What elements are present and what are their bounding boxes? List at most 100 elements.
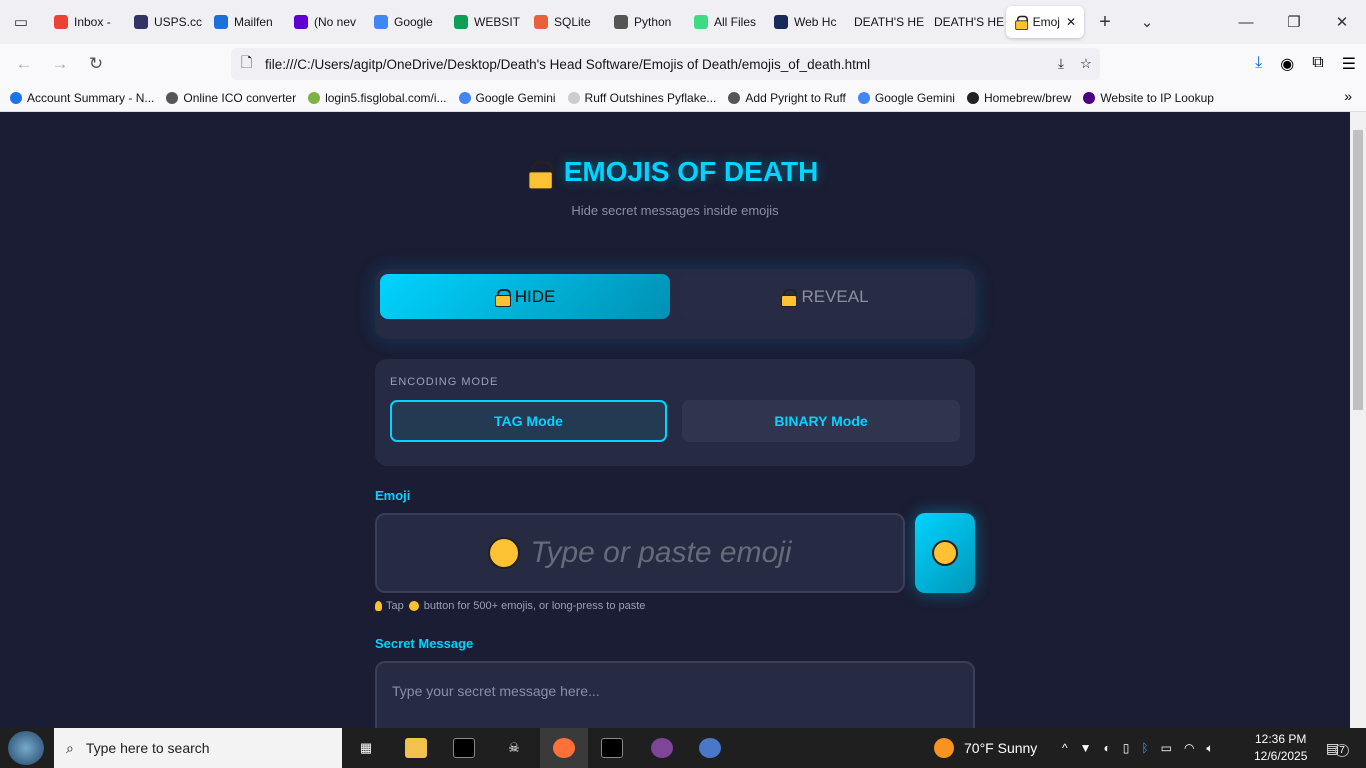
app-page: EMOJIS OF DEATH Hide secret messages ins… [0, 112, 1350, 728]
tab-favicon-icon [454, 15, 468, 29]
close-window-button[interactable]: ✕ [1318, 0, 1366, 44]
bookmark-star-icon[interactable]: ☆ [1080, 56, 1092, 72]
forward-button[interactable]: → [42, 54, 78, 74]
terminal-icon-2[interactable] [588, 728, 636, 768]
browser-tab[interactable]: Web Hc [766, 6, 846, 38]
reload-button[interactable]: ↻ [78, 54, 114, 74]
smiling-face-icon [932, 540, 958, 566]
taskbar-search[interactable]: ⌕ Type here to search [54, 728, 342, 768]
file-explorer-icon[interactable] [392, 728, 440, 768]
bookmark-favicon-icon [308, 91, 321, 104]
system-tray[interactable]: ^ ▼ ◐ ▯ ᛒ ▭ ◠ 🔈︎ [1062, 741, 1214, 756]
tab-list-chevron-icon[interactable]: ⌄ [1126, 0, 1168, 44]
encoding-mode-label: ENCODING MODE [390, 376, 499, 388]
tab-label: Mailfen [234, 15, 273, 29]
bookmark-label: Google Gemini [874, 90, 955, 105]
tab-favicon-icon [294, 15, 308, 29]
bookmarks-overflow-icon[interactable]: » [1344, 88, 1352, 104]
vpn-icon: ▼ [1079, 740, 1092, 755]
browser-tab[interactable]: SQLite [526, 6, 606, 38]
tab-label: USPS.cc [154, 15, 203, 29]
skull-app-icon[interactable]: ☠ [490, 728, 538, 768]
battery-icon: ▭ [1160, 740, 1172, 755]
lock-icon [781, 288, 798, 307]
bookmark-item[interactable]: Google Gemini [458, 91, 556, 105]
emoji-label: Emoji [375, 488, 411, 503]
bookmark-favicon-icon [1083, 91, 1096, 104]
bookmark-item[interactable]: Ruff Outshines Pyflake... [567, 90, 717, 105]
bookmark-item[interactable]: login5.fisglobal.com/i... [308, 90, 447, 105]
lightbulb-icon [375, 601, 382, 611]
binary-mode-button[interactable]: BINARY Mode [682, 400, 960, 442]
extensions-icon[interactable]: ⧉ [1312, 54, 1323, 74]
browser-tab[interactable]: Google [366, 6, 446, 38]
browser-tab[interactable]: Mailfen [206, 6, 286, 38]
tab-overview-icon[interactable]: ▭ [0, 0, 42, 44]
secret-message-label: Secret Message [375, 636, 474, 651]
firefox-icon[interactable] [540, 728, 588, 768]
bookmark-item[interactable]: Account Summary - N... [10, 91, 154, 105]
tag-mode-button[interactable]: TAG Mode [390, 400, 667, 442]
browser-tab[interactable]: USPS.cc [126, 6, 206, 38]
bookmark-favicon-icon [567, 91, 580, 104]
terminal-icon[interactable] [440, 728, 488, 768]
emoji-input[interactable]: Type or paste emoji [375, 513, 905, 593]
tab-label: WEBSIT [474, 15, 521, 29]
restore-button[interactable]: ❐ [1270, 0, 1318, 44]
start-button[interactable] [8, 731, 44, 765]
scrollbar-thumb[interactable] [1353, 130, 1363, 410]
lock-icon [1015, 15, 1028, 31]
globe-app-icon[interactable] [686, 728, 734, 768]
tor-browser-icon[interactable] [638, 728, 686, 768]
downloads-icon[interactable]: ⤓ [1255, 54, 1262, 74]
bookmark-label: Ruff Outshines Pyflake... [584, 90, 717, 105]
browser-tab[interactable]: DEATH'S HE [926, 6, 1006, 38]
secret-message-input[interactable]: Type your secret message here... [375, 661, 975, 728]
back-button[interactable]: ← [6, 54, 42, 74]
clock[interactable]: 12:36 PM 12/6/2025 [1254, 731, 1307, 765]
browser-tab[interactable]: Inbox - [46, 6, 126, 38]
browser-tab[interactable]: Python [606, 6, 686, 38]
task-view-icon[interactable]: ▦ [342, 728, 390, 768]
tab-label: SQLite [554, 15, 591, 29]
tab-label: Inbox - [74, 15, 111, 29]
tab-favicon-icon [54, 15, 68, 29]
close-tab-icon[interactable]: ✕ [1066, 15, 1076, 29]
tab-bar: ▭ Inbox - USPS.cc Mailfen (No nev Google WEBS… [0, 0, 1366, 44]
weather-widget[interactable]: 70°F Sunny [934, 738, 1037, 758]
bookmark-favicon-icon [458, 91, 471, 104]
emoji-picker-button[interactable] [915, 513, 975, 593]
bookmark-label: login5.fisglobal.com/i... [325, 90, 447, 105]
tab-favicon-icon [694, 15, 708, 29]
reveal-mode-button[interactable]: REVEAL [680, 274, 970, 319]
page-scrollbar[interactable] [1350, 112, 1366, 728]
bookmark-item[interactable]: Homebrew/brew [966, 91, 1071, 105]
hide-mode-button[interactable]: HIDE [380, 274, 670, 319]
bookmark-favicon-icon [728, 91, 741, 104]
notification-count: 7 [1335, 743, 1349, 757]
tab-active[interactable]: Emoj ✕ [1006, 6, 1084, 38]
tab-label: DEATH'S HE [934, 15, 1005, 29]
bookmark-item[interactable]: Website to IP Lookup [1083, 91, 1214, 105]
mode-toggle: HIDE REVEAL [375, 269, 975, 339]
bookmarks-bar: Account Summary - N... Online ICO convert… [0, 84, 1366, 112]
tab-favicon-icon [134, 15, 148, 29]
browser-tab[interactable]: DEATH'S HE [846, 6, 926, 38]
browser-tab[interactable]: WEBSIT [446, 6, 526, 38]
encoding-mode-card: ENCODING MODE TAG Mode BINARY Mode [375, 359, 975, 466]
browser-tab[interactable]: (No nev [286, 6, 366, 38]
tab-favicon-icon [614, 15, 628, 29]
bookmark-label: Add Pyright to Ruff [745, 90, 846, 105]
bookmark-item[interactable]: Google Gemini [857, 90, 955, 105]
browser-tab[interactable]: All Files [686, 6, 766, 38]
new-tab-button[interactable]: + [1084, 0, 1126, 44]
menu-icon[interactable]: ☰ [1342, 54, 1356, 74]
url-bar[interactable]: 🗋 file:///C:/Users/agitp/OneDrive/Deskto… [231, 48, 1100, 80]
lock-icon [494, 288, 511, 307]
notifications-button[interactable]: ▤7 [1326, 740, 1349, 757]
minimize-button[interactable]: — [1222, 0, 1270, 44]
save-page-icon[interactable]: ⤓ [1058, 56, 1064, 72]
account-icon[interactable]: ◉ [1280, 54, 1294, 74]
bookmark-item[interactable]: Add Pyright to Ruff [728, 91, 846, 105]
bookmark-item[interactable]: Online ICO converter [166, 91, 296, 105]
